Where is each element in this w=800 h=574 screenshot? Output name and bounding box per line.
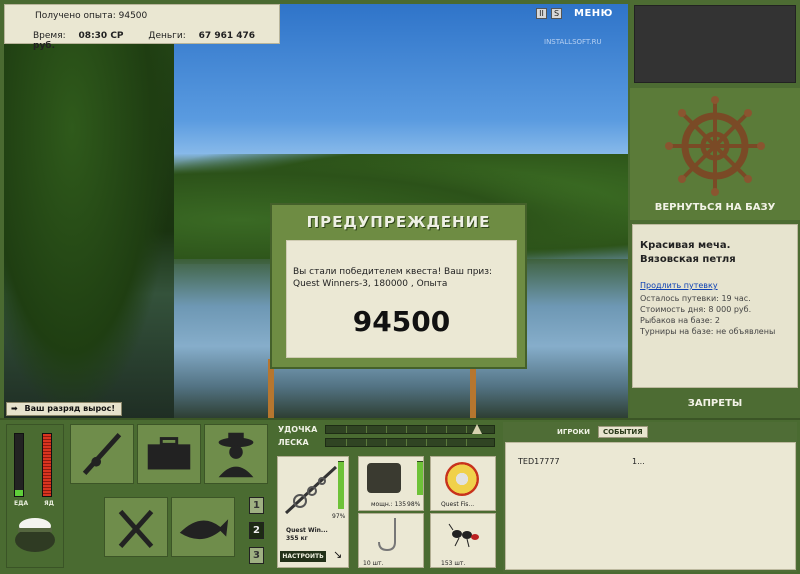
player-name: TED17777: [518, 457, 560, 466]
reel-percent: 98%: [407, 501, 421, 508]
return-to-base-button[interactable]: ВЕРНУТЬСЯ НА БАЗУ: [630, 202, 800, 213]
ant-bait-icon: [448, 523, 479, 548]
base-info-panel: Красивая меча. Вязовская петля Продлить …: [632, 224, 798, 388]
money-value: 67 961 476 руб.: [33, 31, 256, 51]
food-meter-fill: [15, 489, 23, 496]
tournaments-status: Турниры на базе: не объявлены: [640, 327, 776, 336]
experience-label: Получено опыта:: [35, 11, 116, 21]
rod-wear-bar: [338, 461, 344, 509]
dialog-message: Вы стали победителем квеста! Ваш приз: Q…: [293, 267, 493, 289]
time-label: Время:: [33, 31, 66, 41]
poison-meter-fill: [43, 434, 51, 496]
player-value: 1...: [632, 457, 645, 466]
angler-button[interactable]: [204, 424, 268, 484]
rod-weight: 355 кг: [286, 535, 308, 542]
knife-fork-icon: [118, 509, 154, 548]
hook-icon: [378, 518, 396, 552]
bait-count: 153 шт.: [441, 560, 466, 567]
hook-slot[interactable]: 10 шт.: [358, 513, 424, 568]
arrow-right-icon: ➡: [11, 404, 18, 413]
rod-tension-bar: [325, 424, 495, 434]
reel-wear-bar: [417, 461, 423, 495]
experience-value: 94500: [118, 11, 148, 21]
tackle-box-button[interactable]: [137, 424, 201, 484]
time-money-row: Время: 08:30 СР Деньги: 67 961 476 руб.: [33, 31, 279, 51]
experience-row: Получено опыта: 94500: [35, 11, 147, 21]
reel-icon: [367, 463, 401, 493]
dialog-title: ПРЕДУПРЕЖДЕНИЕ: [306, 213, 491, 231]
page-1-button[interactable]: 1: [249, 497, 264, 514]
reel-name: мощн.: 135: [371, 501, 407, 508]
rod-percent: 97%: [332, 513, 346, 520]
rank-message-text: Ваш разряд вырос!: [24, 404, 116, 413]
poison-label: ЯД: [44, 500, 54, 507]
line-name: Quest Fis...: [441, 501, 475, 508]
line-slot[interactable]: Quest Fis...: [430, 456, 496, 511]
top-controls: II S МЕНЮ: [536, 8, 613, 19]
line-label: ЛЕСКА: [278, 438, 309, 447]
ship-wheel-panel[interactable]: [630, 88, 800, 220]
cauldron-icon[interactable]: [12, 514, 58, 554]
food-button[interactable]: [104, 497, 168, 557]
dialog-value: 94500: [352, 305, 451, 338]
tab-events[interactable]: СОБЫТИЯ: [597, 426, 648, 438]
rod-name: Quest Win...: [286, 527, 328, 534]
page-2-button[interactable]: 2: [249, 522, 264, 539]
dialog-body: Вы стали победителем квеста! Ваш приз: Q…: [286, 240, 517, 358]
money-label: Деньги:: [148, 31, 186, 41]
players-list: TED17777 1...: [505, 442, 796, 570]
forest-left: [4, 4, 174, 418]
fisherman-icon: [218, 432, 254, 478]
rod-reel-icon: [284, 465, 338, 515]
rod-label: УДОЧКА: [278, 425, 318, 434]
bait-slot[interactable]: 153 шт.: [430, 513, 496, 568]
game-screen: Получено опыта: 94500 Время: 08:30 СР Де…: [0, 0, 800, 574]
reel-slot[interactable]: мощн.: 135 98%: [358, 456, 424, 511]
menu-button[interactable]: МЕНЮ: [574, 8, 613, 19]
minimap-screen: [634, 5, 796, 83]
status-panel: Получено опыта: 94500 Время: 08:30 СР Де…: [4, 4, 280, 51]
pause-button[interactable]: II: [536, 8, 547, 19]
fishing-rod-icon: [82, 433, 122, 475]
tab-players[interactable]: ИГРОКИ: [553, 427, 594, 437]
poison-meter: [42, 433, 52, 497]
watermark-text: INSTALLSOFT.RU: [544, 38, 602, 46]
page-3-button[interactable]: 3: [249, 547, 264, 564]
anglers-count: Рыбаков на базе: 2: [640, 316, 720, 325]
ship-wheel-icon: [665, 96, 765, 196]
fish-catch-button[interactable]: [171, 497, 235, 557]
food-meter: [14, 433, 24, 497]
extend-permit-link[interactable]: Продлить путевку: [640, 281, 718, 290]
tension-marker-icon: [472, 424, 482, 434]
rods-button[interactable]: [70, 424, 134, 484]
bans-button[interactable]: ЗАПРЕТЫ: [630, 398, 800, 409]
setup-button[interactable]: НАСТРОИТЬ: [280, 551, 326, 562]
time-value: 08:30 СР: [78, 31, 124, 41]
line-tension-bar: [325, 438, 495, 447]
fish-icon: [179, 519, 229, 540]
food-label: ЕДА: [14, 500, 29, 507]
sound-button[interactable]: S: [551, 8, 562, 19]
day-cost: Стоимость дня: 8 000 руб.: [640, 305, 752, 314]
hook-count: 10 шт.: [363, 560, 384, 567]
arrow-down-right-icon: ↘: [333, 548, 343, 561]
players-tabs: ИГРОКИ СОБЫТИЯ: [553, 426, 648, 438]
warning-dialog[interactable]: ПРЕДУПРЕЖДЕНИЕ Вы стали победителем квес…: [270, 203, 527, 369]
tackle-box-icon: [147, 437, 191, 470]
base-name: Красивая меча. Вязовская петля: [640, 240, 736, 265]
rank-notification[interactable]: ➡ Ваш разряд вырос!: [6, 402, 123, 416]
permit-remaining: Осталось путевки: 19 час.: [640, 294, 751, 303]
line-spool-icon: [445, 462, 479, 496]
